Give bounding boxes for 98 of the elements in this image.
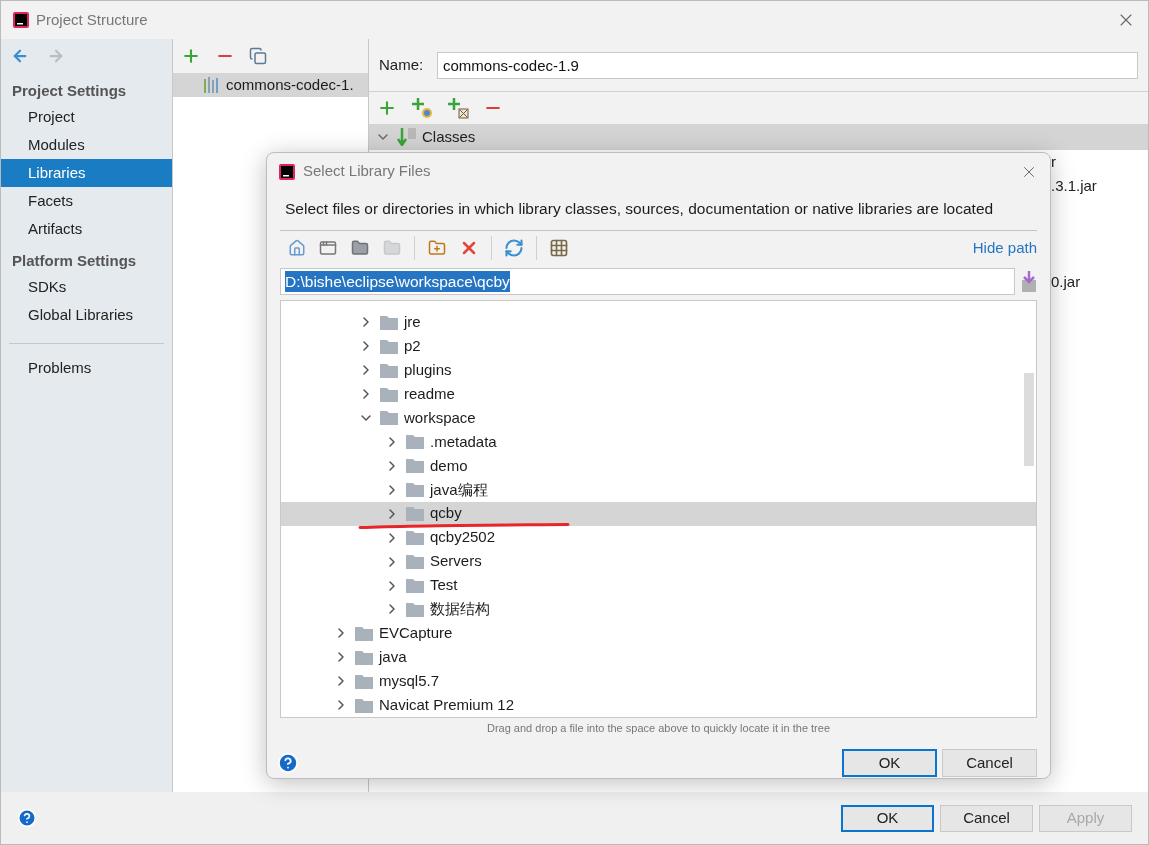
tree-label: workspace [404, 407, 476, 428]
tree-row[interactable]: qcby2502 [281, 525, 1036, 550]
tree-label: Servers [430, 551, 482, 572]
add-icon[interactable] [181, 46, 201, 66]
sidebar-item[interactable]: Facets [1, 187, 172, 215]
tree-label: mysql5.7 [379, 671, 440, 692]
tree-row[interactable]: workspace [281, 406, 1036, 430]
cancel-button[interactable]: Cancel [942, 748, 1037, 777]
copy-icon[interactable] [249, 47, 267, 65]
tree-row[interactable]: p2 [281, 334, 1036, 359]
class-file-name: .3.1.jar [1051, 175, 1098, 196]
tree-label: jre [404, 311, 421, 332]
help-icon[interactable] [277, 751, 299, 774]
library-icon [203, 77, 221, 93]
folder-icon [380, 386, 398, 402]
path-field[interactable]: D:\bishe\eclipse\workspace\qcby [280, 268, 1015, 296]
tree-label: qcby [430, 503, 462, 524]
section-header: Platform Settings [11, 250, 138, 271]
help-icon[interactable] [17, 808, 37, 828]
add-archive-icon[interactable] [447, 97, 469, 119]
folder-icon [406, 506, 424, 522]
app-icon [279, 163, 295, 180]
sidebar-item[interactable]: Modules [1, 131, 172, 159]
library-item[interactable]: commons-codec-1. [173, 73, 368, 97]
class-file-name: 0.jar [1051, 271, 1082, 292]
tree-label: qcby2502 [430, 527, 496, 548]
tree-label: plugins [404, 359, 452, 380]
tree-row[interactable]: Navicat Premium 12 [281, 693, 1036, 718]
drag-drop-hint: Drag and drop a file into the space above to quickly locate it in the tree [485, 721, 831, 737]
dialog-description: Select files or directories in which library classes, sources, documentation or native libraries are located [284, 199, 995, 219]
path-text: D:\bishe\eclipse\workspace\qcby [285, 271, 510, 293]
section-header: Project Settings [11, 80, 128, 101]
tree-label: Navicat Premium 12 [379, 694, 515, 715]
tree-row[interactable]: readme [281, 382, 1036, 406]
download-icon[interactable] [1021, 270, 1037, 293]
tree-row[interactable]: qcby [281, 501, 1036, 526]
tree-label: java编程 [430, 479, 488, 500]
cancel-button[interactable]: Cancel [940, 804, 1033, 832]
folder-icon [406, 434, 424, 450]
window-title: Project Structure [36, 9, 148, 30]
home-icon[interactable] [288, 239, 306, 258]
folder-icon [406, 578, 424, 594]
folder-icon [355, 673, 373, 689]
tree-row[interactable]: EVCapture [281, 621, 1036, 646]
classes-label: Classes [422, 126, 476, 147]
sidebar-item[interactable]: Libraries [1, 159, 172, 187]
name-field[interactable]: commons-codec-1.9 [437, 51, 1138, 79]
sidebar-item[interactable]: SDKs [1, 273, 172, 301]
tree-row[interactable]: jre [281, 310, 1036, 335]
tree-row[interactable]: demo [281, 453, 1036, 478]
ok-button[interactable]: OK [841, 804, 934, 832]
dialog-title: Select Library Files [303, 161, 431, 182]
tree-label: demo [430, 455, 468, 476]
folder-icon [380, 410, 398, 426]
add-icon[interactable] [377, 98, 397, 118]
tree-label: java [379, 647, 407, 668]
folder-icon [406, 554, 424, 570]
name-label: Name: [379, 54, 425, 75]
tree-row[interactable]: java编程 [281, 477, 1036, 502]
app-icon [13, 12, 29, 28]
library-name: commons-codec-1. [226, 74, 354, 95]
refresh-icon[interactable] [504, 238, 524, 259]
new-folder-icon[interactable] [427, 239, 447, 258]
tree-label: p2 [404, 335, 421, 356]
folder-icon [406, 458, 424, 474]
folder-icon[interactable] [350, 239, 370, 258]
classes-icon [397, 128, 416, 146]
sidebar-item[interactable]: Project [1, 103, 172, 131]
folder-icon [380, 362, 398, 378]
tree-row[interactable]: plugins [281, 358, 1036, 383]
scrollbar[interactable] [1024, 373, 1034, 467]
folder-icon [355, 649, 373, 665]
tree-label: Test [430, 575, 458, 596]
tree-row[interactable]: mysql5.7 [281, 669, 1036, 694]
ok-button[interactable]: OK [842, 748, 937, 777]
folder-icon [380, 314, 398, 330]
folder-icon [406, 601, 424, 617]
tree-row[interactable]: .metadata [281, 429, 1036, 454]
sidebar-item[interactable]: Artifacts [1, 215, 172, 243]
tree-label: readme [404, 383, 455, 404]
folder-icon [406, 482, 424, 498]
folder-icon [380, 338, 398, 354]
sidebar-item[interactable]: Global Libraries [1, 301, 172, 329]
tree-label: .metadata [430, 431, 497, 452]
class-file-name: r [1051, 151, 1057, 172]
add-globe-icon[interactable] [411, 97, 433, 119]
folder-icon [355, 625, 373, 641]
classes-header[interactable]: Classes [369, 124, 1148, 150]
tree-row[interactable]: Test [281, 573, 1036, 598]
tree-row[interactable]: Servers [281, 549, 1036, 574]
sidebar-item[interactable]: Problems [1, 354, 172, 382]
tree-row[interactable]: java [281, 645, 1036, 670]
folder-icon [355, 697, 373, 713]
tree-label: EVCapture [379, 623, 453, 644]
hide-path-link[interactable]: Hide path [972, 237, 1037, 260]
tree-label: 数据结构 [430, 599, 490, 620]
folder-icon [406, 530, 424, 546]
tree-row[interactable]: 数据结构 [281, 597, 1036, 622]
